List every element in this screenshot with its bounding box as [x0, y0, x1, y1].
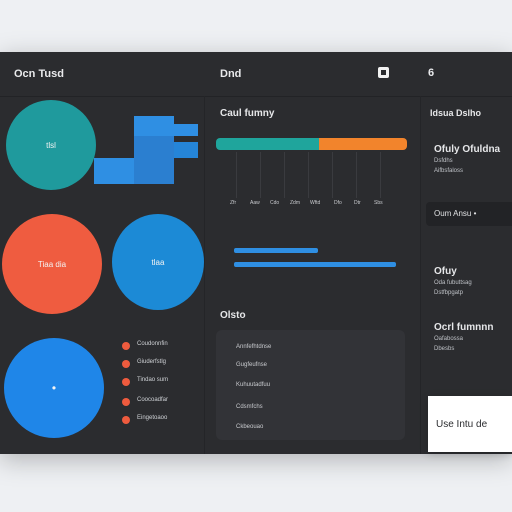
- legend-dot: [122, 360, 130, 368]
- legend-dot: [122, 398, 130, 406]
- legend-label: Eingetoaoo: [137, 415, 168, 421]
- list-section-title: Olsto: [220, 310, 246, 321]
- popup-card[interactable]: Use Intu de: [428, 396, 512, 452]
- right-heading: Ocrl fumnnn: [434, 322, 494, 333]
- grid-line: [308, 152, 309, 198]
- horizontal-bar-short: [234, 248, 318, 253]
- blue-circle: tlaa: [112, 214, 204, 310]
- axis-label: Wftd: [310, 200, 321, 206]
- right-heading: Ofuy: [434, 266, 457, 277]
- axis-label: Dtr: [354, 200, 361, 206]
- grid-line: [284, 152, 285, 198]
- axis-label: Zfr: [230, 200, 237, 206]
- section-title-top: Dnd: [220, 68, 242, 80]
- legend-label: Giuderfstlg: [137, 359, 167, 365]
- right-subtext: Dbesbs: [434, 346, 455, 352]
- right-subtext: Oafabossa: [434, 336, 464, 342]
- right-panel-title: Idsua Dslho: [430, 108, 482, 118]
- axis-label: Dfo: [334, 200, 342, 206]
- grid-line: [236, 152, 237, 198]
- bottom-circle-label: •: [51, 381, 57, 395]
- blue-block-2: [174, 124, 198, 136]
- right-action-button[interactable]: Oum Ansu •: [426, 202, 512, 226]
- legend-label: Tindao sum: [137, 377, 169, 383]
- list-item[interactable]: Gugfeufnse: [236, 362, 267, 368]
- top-bar: Ocn Tusd Dnd 6: [0, 52, 512, 97]
- red-circle-label: Tiaa dia: [37, 259, 67, 269]
- divider-left: [204, 96, 205, 454]
- axis-label: Sbs: [374, 200, 383, 206]
- popup-label: Use Intu de: [436, 418, 488, 430]
- grid-line: [356, 152, 357, 198]
- top-number[interactable]: 6: [428, 67, 434, 79]
- teal-circle-label: tlsl: [46, 140, 56, 150]
- blue-block-5: [174, 142, 198, 158]
- right-subtext: Aifbsfaloss: [434, 168, 464, 174]
- legend-dot: [122, 416, 130, 424]
- axis-label: Aaw: [250, 200, 260, 206]
- divider-right: [420, 96, 421, 454]
- bottom-blue-circle: •: [4, 338, 104, 438]
- blue-circle-label: tlaa: [151, 257, 165, 267]
- axis-label: Zdm: [290, 200, 300, 206]
- horizontal-bar-long: [234, 262, 396, 267]
- chart-title: Caul fumny: [220, 108, 275, 119]
- blue-block-1: [134, 116, 174, 136]
- red-circle: Tiaa dia: [2, 214, 102, 314]
- list-panel: Annfefhtdnse Gugfeufnse Kuhuutadfuu Cdsm…: [216, 330, 405, 440]
- list-item[interactable]: Ckbeouao: [236, 424, 263, 430]
- list-item[interactable]: Annfefhtdnse: [236, 344, 271, 350]
- teal-circle: tlsl: [6, 100, 96, 190]
- progress-bar-orange: [319, 138, 407, 150]
- square-stop-icon[interactable]: [378, 67, 389, 78]
- right-subtext: Oda fubuttsag: [434, 280, 472, 286]
- progress-bar-teal: [216, 138, 319, 150]
- grid-line: [260, 152, 261, 198]
- blue-block-4: [134, 136, 174, 184]
- list-item[interactable]: Kuhuutadfuu: [236, 382, 270, 388]
- axis-label: Cdo: [270, 200, 280, 206]
- grid-line: [332, 152, 333, 198]
- blue-block-3: [94, 158, 134, 184]
- legend-dot: [122, 378, 130, 386]
- legend-label: Coudonnfin: [137, 341, 168, 347]
- app-title: Ocn Tusd: [14, 68, 64, 80]
- list-item[interactable]: Cdsmfchs: [236, 404, 263, 410]
- app-window: Ocn Tusd Dnd 6 tlsl Tiaa dia tlaa • Coud…: [0, 52, 512, 454]
- right-heading: Ofuly Ofuldna: [434, 144, 501, 155]
- right-subtext: Dstfbpgatp: [434, 290, 464, 296]
- right-subtext: Dsfdhs: [434, 158, 453, 164]
- legend-label: Coocoadfar: [137, 397, 169, 403]
- legend-dot: [122, 342, 130, 350]
- grid-line: [380, 152, 381, 198]
